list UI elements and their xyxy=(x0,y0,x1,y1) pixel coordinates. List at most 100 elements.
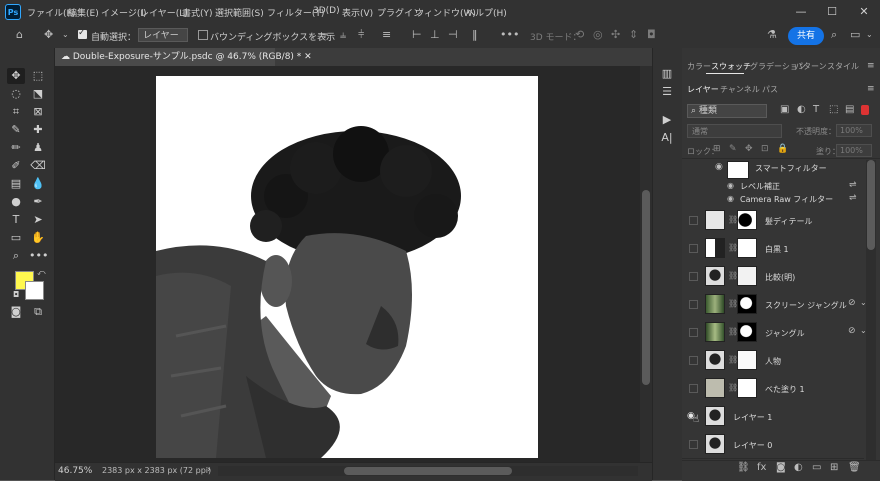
tab-styles[interactable]: スタイル xyxy=(827,61,859,72)
fill-field[interactable]: 100% xyxy=(836,144,872,157)
filter-options-icon[interactable]: ⇌ xyxy=(849,180,857,190)
layers-panel-menu-icon[interactable]: ≡ xyxy=(867,84,875,94)
close-tab-icon[interactable]: ✕ xyxy=(301,52,312,62)
roll-3d-icon[interactable]: ◎ xyxy=(593,28,603,41)
history-panel-icon[interactable]: ▥ xyxy=(658,66,676,82)
blend-mode-dropdown[interactable]: 通常 xyxy=(687,124,782,138)
layer-thumbnail[interactable] xyxy=(705,434,725,454)
lock-artboard-icon[interactable]: ⊡ xyxy=(761,144,769,154)
lock-pixels-icon[interactable]: ✎ xyxy=(729,144,737,154)
new-layer-icon[interactable]: ⊞ xyxy=(830,462,838,473)
horizontal-scrollbar-thumb[interactable] xyxy=(344,467,512,475)
hand-tool-button[interactable]: ✋ xyxy=(29,230,47,246)
status-chevron-icon[interactable]: › xyxy=(207,465,211,475)
bounding-box-checkbox[interactable] xyxy=(198,30,208,40)
layer-visibility-toggle[interactable] xyxy=(689,356,698,365)
history-brush-tool-button[interactable]: ✐ xyxy=(7,158,25,174)
share-button[interactable]: 共有 xyxy=(788,27,824,45)
layer-thumbnail[interactable] xyxy=(705,210,725,230)
panel-menu-icon[interactable]: ≡ xyxy=(867,61,875,71)
layer-thumbnail[interactable] xyxy=(705,322,725,342)
layer-visibility-toggle[interactable] xyxy=(689,272,698,281)
distribute-h-icon[interactable]: ‖ xyxy=(472,28,478,41)
lasso-tool-button[interactable]: ◌ xyxy=(7,86,25,102)
camera-3d-icon[interactable]: ◘ xyxy=(647,28,656,41)
layer-name[interactable]: 髪ディテール xyxy=(765,216,812,227)
filter-shape-icon[interactable]: ⬚ xyxy=(829,104,838,115)
move-tool-button[interactable]: ✥ xyxy=(7,68,25,84)
minimize-button[interactable]: — xyxy=(789,3,813,21)
menu-help[interactable]: ヘルプ(H) xyxy=(466,6,507,19)
more-options-icon[interactable]: ••• xyxy=(500,28,519,41)
path-select-tool-button[interactable]: ➤ xyxy=(29,212,47,228)
smart-filter-item[interactable]: Camera Raw フィルター xyxy=(740,194,833,205)
layer-visibility-toggle[interactable] xyxy=(689,384,698,393)
home-icon[interactable]: ⌂ xyxy=(16,28,23,41)
search-icon[interactable]: ⌕ xyxy=(831,28,837,42)
move-tool-icon[interactable]: ✥ xyxy=(44,28,53,41)
layer-name[interactable]: 人物 xyxy=(765,356,781,367)
align-left-icon[interactable]: ⊢ xyxy=(412,28,422,41)
zoom-level[interactable]: 46.75% xyxy=(58,466,92,476)
layer-mask-thumbnail[interactable] xyxy=(737,294,757,314)
layer-visibility-toggle[interactable] xyxy=(689,216,698,225)
layer-filter-dropdown[interactable]: ⌕ 種類 xyxy=(687,104,767,118)
align-bottom-icon[interactable]: ⫩ xyxy=(358,28,364,42)
layer-name[interactable]: ジャングル xyxy=(765,328,805,339)
tab-layers[interactable]: レイヤー xyxy=(687,84,719,95)
dodge-tool-button[interactable]: ● xyxy=(7,194,25,210)
pen-tool-button[interactable]: ✒ xyxy=(29,194,47,210)
tab-color[interactable]: カラー xyxy=(687,61,711,72)
gradient-tool-button[interactable]: ▤ xyxy=(7,176,25,192)
tab-patterns[interactable]: パターン xyxy=(795,61,827,72)
new-group-icon[interactable]: ▭ xyxy=(812,462,821,473)
smart-filter-item[interactable]: レベル補正 xyxy=(740,181,780,192)
menu-view[interactable]: 表示(V) xyxy=(342,6,373,19)
layer-name[interactable]: レイヤー 0 xyxy=(733,440,772,451)
align-hcenter-icon[interactable]: ⊥ xyxy=(430,28,440,41)
align-top-icon[interactable]: ⫧ xyxy=(322,28,328,42)
layer-thumbnail[interactable] xyxy=(705,294,725,314)
fx-icon[interactable]: fx xyxy=(757,462,766,473)
maximize-button[interactable]: ☐ xyxy=(820,3,844,21)
lock-position-icon[interactable]: ✥ xyxy=(745,144,753,154)
zoom-tool-button[interactable]: ⌕ xyxy=(7,248,25,264)
layer-visibility-toggle[interactable] xyxy=(689,328,698,337)
filter-options-icon[interactable]: ⇌ xyxy=(849,193,857,203)
layer-visibility-toggle[interactable] xyxy=(689,300,698,309)
eraser-tool-button[interactable]: ⌫ xyxy=(29,158,47,174)
lock-transparent-icon[interactable]: ⊞ xyxy=(713,144,721,154)
document-tab[interactable]: ☁ Double-Exposure-サンプル.psdc @ 46.7% (RGB… xyxy=(55,48,312,66)
layer-name[interactable]: べた塗り 1 xyxy=(765,384,805,395)
layer-mask-thumbnail[interactable] xyxy=(737,266,757,286)
add-mask-icon[interactable]: ◙ xyxy=(776,462,786,473)
menu-layer[interactable]: レイヤー(L) xyxy=(140,6,188,19)
layer-mask-thumbnail[interactable] xyxy=(737,238,757,258)
filter-visibility-icon[interactable]: ◉ xyxy=(727,194,734,203)
smart-object-link-icon[interactable]: ⊘ xyxy=(848,298,856,308)
delete-layer-icon[interactable]: 🗑 xyxy=(848,462,861,473)
flask-icon[interactable]: ⚗ xyxy=(767,28,777,41)
default-colors-icon[interactable]: ◘ xyxy=(13,290,19,299)
filter-toggle-icon[interactable] xyxy=(861,105,869,115)
tab-channels[interactable]: チャンネル xyxy=(720,84,760,95)
workspace-icon[interactable]: ▭ xyxy=(850,28,860,41)
filter-pixel-icon[interactable]: ▣ xyxy=(780,104,789,115)
layer-name[interactable]: 比較(明) xyxy=(765,272,795,283)
menu-edit[interactable]: 編集(E) xyxy=(68,6,99,19)
smart-object-link-icon[interactable]: ⊘ xyxy=(848,326,856,336)
filter-type-icon[interactable]: T xyxy=(813,104,819,115)
auto-select-target-dropdown[interactable]: レイヤー xyxy=(138,28,188,42)
new-adjustment-icon[interactable]: ◐ xyxy=(794,462,803,473)
opacity-field[interactable]: 100% xyxy=(836,124,872,137)
layer-mask-thumbnail[interactable] xyxy=(737,210,757,230)
blur-tool-button[interactable]: 💧 xyxy=(29,176,47,192)
smart-filter-mask-thumbnail[interactable] xyxy=(727,161,749,179)
screen-mode-button[interactable]: ⧉ xyxy=(29,304,47,320)
lock-all-icon[interactable]: 🔒 xyxy=(777,144,788,154)
crop-tool-button[interactable]: ⌗ xyxy=(7,104,25,120)
layer-thumbnail[interactable] xyxy=(705,266,725,286)
adjustment-layer-icon[interactable] xyxy=(705,238,725,258)
healing-tool-button[interactable]: ✚ xyxy=(29,122,47,138)
layer-mask-thumbnail[interactable] xyxy=(737,378,757,398)
